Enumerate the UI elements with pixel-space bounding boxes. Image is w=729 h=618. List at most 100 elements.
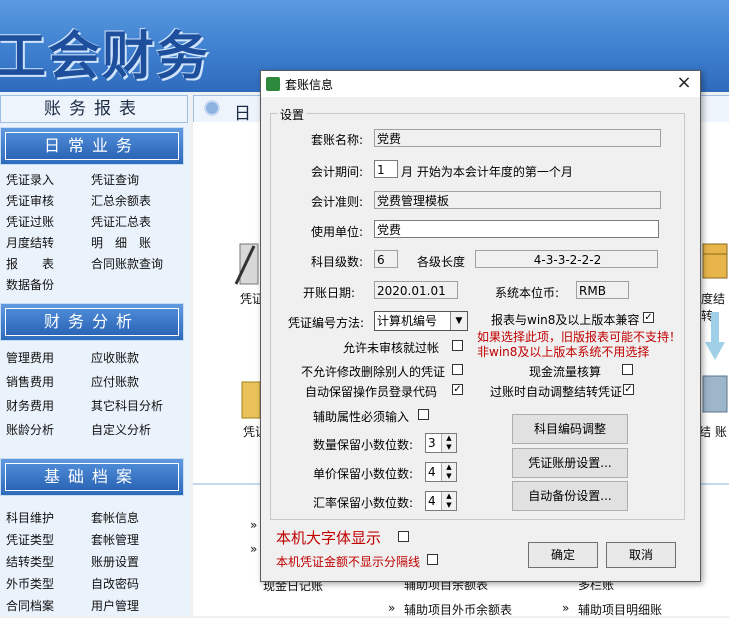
name-field[interactable]: 党费 (374, 129, 661, 147)
chevron-up-icon[interactable]: ▲ (442, 492, 456, 501)
chevron-down-icon[interactable]: ▼ (442, 501, 456, 510)
spinner-arrows[interactable]: ▲ ▼ (441, 492, 456, 510)
close-icon[interactable]: × (674, 72, 694, 94)
chevron-down-icon[interactable]: ▼ (450, 312, 467, 330)
cancel-button[interactable]: 取消 (606, 542, 676, 568)
compat-warning-2: 非win8及以上版本系统不用选择 (477, 345, 650, 359)
menu-item[interactable]: 科目维护 (6, 507, 91, 529)
no-modify-label: 不允许修改删除别人的凭证 (301, 365, 446, 379)
month-close-icon[interactable] (699, 238, 729, 288)
menu-item[interactable]: 套帐信息 (91, 507, 139, 529)
menu-item[interactable]: 财务费用 (6, 394, 91, 418)
section-title: 财务分析 (5, 308, 179, 336)
menu-item[interactable]: 合同账款查询 (91, 254, 163, 275)
qty-decimals-label: 数量保留小数位数: (313, 438, 414, 452)
qty-decimals-value: 3 (428, 436, 436, 450)
section-basic-files[interactable]: 基础档案 (0, 458, 184, 496)
menu-item[interactable]: 自改密码 (91, 573, 139, 595)
menu-item[interactable]: 结转类型 (6, 551, 91, 573)
menu-item[interactable]: 凭证审核 (6, 191, 91, 212)
auto-backup-settings-button[interactable]: 自动备份设置... (512, 481, 628, 511)
report-link-aux-fx-balance[interactable]: 辅助项目外币余额表 (404, 601, 512, 618)
ok-button[interactable]: 确定 (528, 542, 598, 568)
menu-item[interactable]: 账册设置 (91, 551, 139, 573)
close-book-icon[interactable] (701, 370, 729, 420)
spinner-arrows[interactable]: ▲ ▼ (441, 434, 456, 452)
no-separator-checkbox[interactable] (427, 554, 438, 565)
chevron-down-icon[interactable]: ▼ (442, 443, 456, 452)
auto-save-label: 自动保留操作员登录代码 (305, 385, 438, 399)
chevron-up-icon[interactable]: ▲ (442, 434, 456, 443)
chevron-up-icon[interactable]: ▲ (442, 463, 456, 472)
menu-item[interactable]: 套帐管理 (91, 529, 139, 551)
numbering-select[interactable]: 计算机编号 ▼ (374, 311, 468, 331)
period-field[interactable]: 1 (374, 160, 398, 178)
menu-item[interactable]: 自定义分析 (91, 418, 151, 442)
open-date-label: 开账日期: (303, 286, 356, 300)
spinner-arrows[interactable]: ▲ ▼ (441, 463, 456, 481)
menu-item[interactable]: 其它科目分析 (91, 394, 163, 418)
open-date-field[interactable]: 2020.01.01 (374, 281, 458, 299)
section-daily-business[interactable]: 日常业务 (0, 127, 184, 165)
settings-group-label: 设置 (278, 106, 307, 123)
menu-item[interactable]: 报 表 (6, 254, 91, 275)
menu-item[interactable]: 凭证查询 (91, 170, 139, 191)
aux-required-checkbox[interactable] (418, 409, 429, 420)
auto-adjust-checkbox[interactable]: ✓ (623, 384, 634, 395)
lengths-field[interactable]: 4-3-3-2-2-2 (475, 250, 658, 268)
no-modify-checkbox[interactable] (452, 364, 463, 375)
menu-item[interactable]: 合同档案 (6, 595, 91, 617)
right-tab-label[interactable]: 日 (234, 99, 251, 124)
basic-files-menu: 科目维护 套帐信息 凭证类型 套帐管理 结转类型 账册设置 外币类型 自改密码 合同档案… (6, 507, 139, 617)
menu-item[interactable]: 用户管理 (91, 595, 139, 617)
rate-decimals-label: 汇率保留小数位数: (313, 496, 414, 510)
menu-item[interactable]: 账龄分析 (6, 418, 91, 442)
unit-field[interactable]: 党费 (374, 220, 659, 238)
menu-item[interactable]: 凭证录入 (6, 170, 91, 191)
large-font-checkbox[interactable] (398, 531, 409, 542)
report-link-aux-detail[interactable]: 辅助项目明细账 (578, 601, 662, 618)
rate-decimals-spinner[interactable]: 4 ▲ ▼ (425, 491, 457, 511)
menu-item[interactable]: 凭证汇总表 (91, 212, 151, 233)
gear-icon (204, 100, 220, 116)
subject-code-button[interactable]: 科目编码调整 (512, 414, 628, 444)
menu-item[interactable]: 销售费用 (6, 370, 91, 394)
compat-checkbox[interactable]: ✓ (643, 312, 654, 323)
qty-decimals-spinner[interactable]: 3 ▲ ▼ (425, 433, 457, 453)
arrow-down-icon (705, 312, 725, 360)
voucher-book-settings-button[interactable]: 凭证账册设置... (512, 448, 628, 478)
folder-icon[interactable] (240, 378, 262, 420)
menu-item[interactable]: 应付账款 (91, 370, 139, 394)
currency-label: 系统本位币: (495, 286, 560, 300)
menu-item[interactable]: 月度结转 (6, 233, 91, 254)
menu-item[interactable]: 数据备份 (6, 275, 91, 296)
standard-field[interactable]: 党费管理模板 (374, 191, 661, 209)
menu-item[interactable]: 应收账款 (91, 346, 139, 370)
rate-decimals-value: 4 (428, 494, 436, 508)
menu-item[interactable]: 明 细 账 (91, 233, 151, 254)
price-decimals-spinner[interactable]: 4 ▲ ▼ (425, 462, 457, 482)
section-financial-analysis[interactable]: 财务分析 (0, 303, 184, 341)
menu-item[interactable]: 汇总余额表 (91, 191, 151, 212)
standard-label: 会计准则: (311, 195, 364, 209)
auto-save-checkbox[interactable]: ✓ (452, 384, 463, 395)
currency-field[interactable]: RMB (576, 281, 629, 299)
voucher-entry-icon[interactable] (232, 240, 260, 288)
chevron-down-icon[interactable]: ▼ (442, 472, 456, 481)
menu-item[interactable]: 外币类型 (6, 573, 91, 595)
arrow-icon: » (250, 518, 258, 532)
left-nav-header: 账务报表 (0, 95, 188, 123)
cash-flow-checkbox[interactable] (622, 364, 633, 375)
section-title: 日常业务 (5, 132, 179, 160)
period-suffix: 月 开始为本会计年度的第一个月 (401, 165, 573, 179)
close-book-label[interactable]: 结 账 (699, 423, 727, 440)
app-icon (266, 77, 280, 91)
lengths-label: 各级长度 (417, 255, 466, 269)
allow-unaudited-checkbox[interactable] (452, 340, 463, 351)
menu-item[interactable]: 凭证类型 (6, 529, 91, 551)
arrow-icon: » (250, 542, 258, 556)
auto-adjust-label: 过账时自动调整结转凭证 (490, 385, 623, 399)
menu-item[interactable]: 凭证过账 (6, 212, 91, 233)
menu-item[interactable]: 管理费用 (6, 346, 91, 370)
levels-field[interactable]: 6 (374, 250, 398, 268)
